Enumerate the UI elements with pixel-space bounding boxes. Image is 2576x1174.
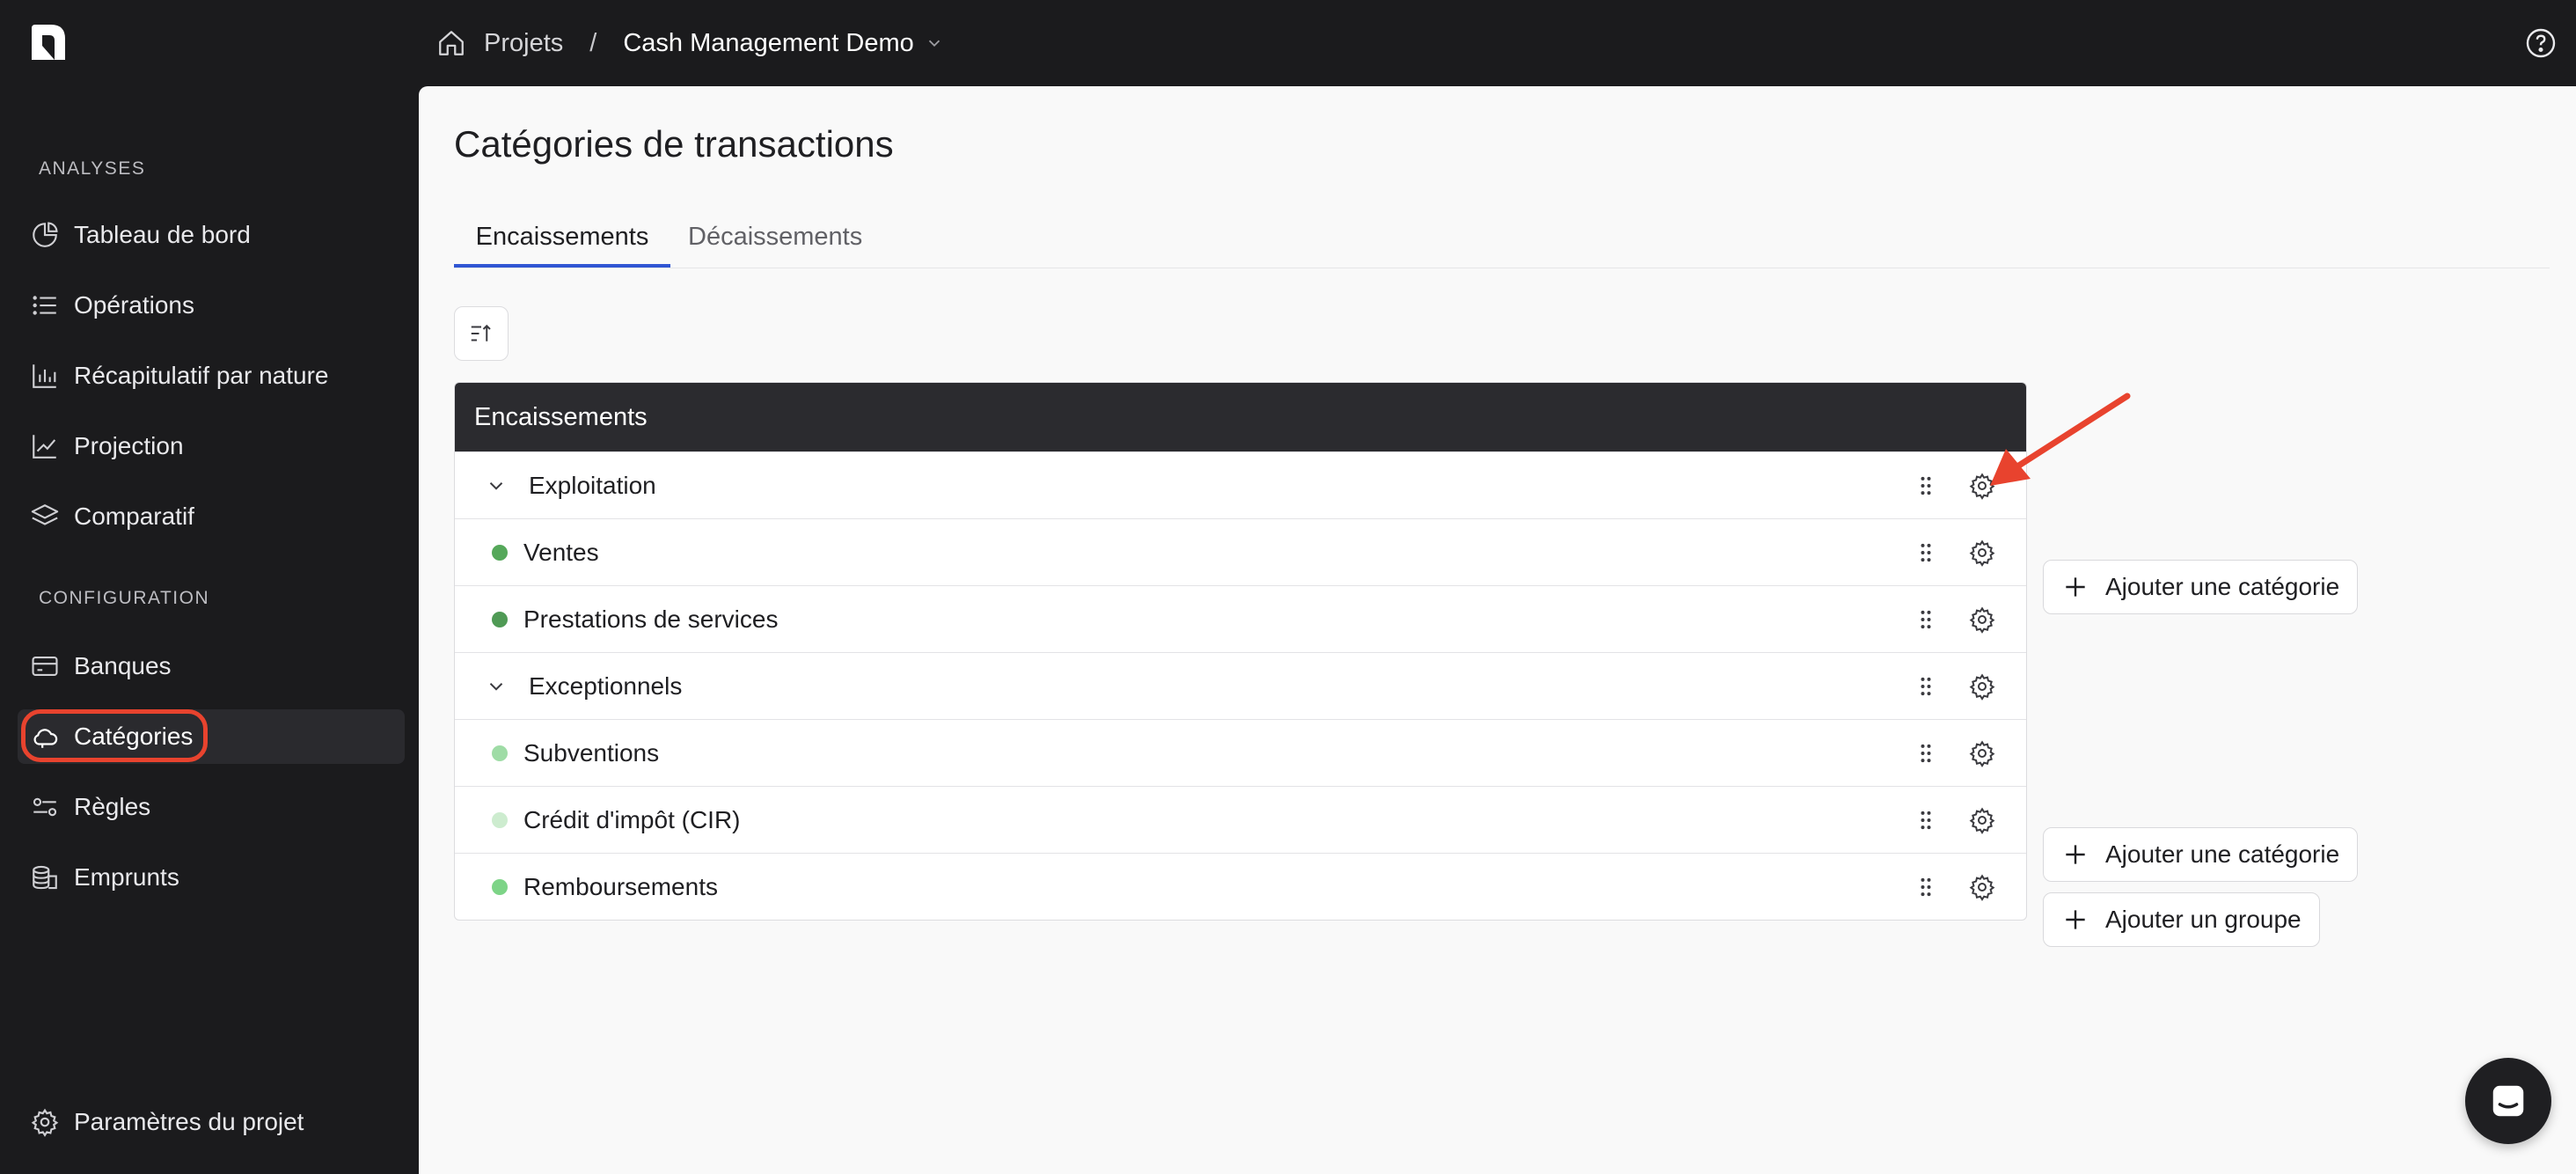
category-color-dot xyxy=(492,878,508,895)
section-label-configuration: CONFIGURATION xyxy=(39,588,210,608)
settings-gear-icon[interactable] xyxy=(1968,739,1996,767)
chevron-down-icon[interactable] xyxy=(925,33,944,53)
sidebar-item-label: Règles xyxy=(74,793,151,820)
top-bar: Projets / Cash Management Demo xyxy=(0,0,2576,86)
category-label: Remboursements xyxy=(523,872,718,900)
drag-handle-icon[interactable] xyxy=(1914,607,1938,632)
category-color-dot xyxy=(492,811,508,828)
add-group-label: Ajouter un groupe xyxy=(2105,906,2302,933)
add-group-button[interactable]: Ajouter un groupe xyxy=(2043,892,2320,947)
sidebar-item-label: Paramètres du projet xyxy=(74,1108,304,1135)
sidebar-item-label: Opérations xyxy=(74,291,194,319)
settings-gear-icon[interactable] xyxy=(1968,605,1996,634)
table-row[interactable]: Remboursements xyxy=(455,853,2026,920)
tab-encaissements[interactable]: Encaissements xyxy=(454,204,670,268)
table-row[interactable]: Crédit d'impôt (CIR) xyxy=(455,786,2026,853)
table-row[interactable]: Subventions xyxy=(455,719,2026,786)
add-category-button[interactable]: Ajouter une catégorie xyxy=(2043,560,2359,614)
settings-gear-icon[interactable] xyxy=(1968,806,1996,834)
category-label: Subventions xyxy=(523,738,660,767)
drag-handle-icon[interactable] xyxy=(1914,741,1938,766)
sidebar-item-dashboard[interactable]: Tableau de bord xyxy=(18,208,405,262)
category-color-dot xyxy=(492,611,508,627)
add-category-button[interactable]: Ajouter une catégorie xyxy=(2043,827,2359,882)
categories-table: Encaissements Exploitation Ventes Presta… xyxy=(454,382,2027,921)
add-category-label: Ajouter une catégorie xyxy=(2105,573,2340,600)
help-icon[interactable] xyxy=(2525,27,2557,59)
sidebar-item-label: Banques xyxy=(74,652,172,679)
home-icon[interactable] xyxy=(436,28,466,58)
drag-handle-icon[interactable] xyxy=(1914,808,1938,833)
sidebar-item-label: Récapitulatif par nature xyxy=(74,362,329,389)
section-label-analyses: ANALYSES xyxy=(39,158,146,179)
layers-icon xyxy=(30,502,60,532)
tab-bar: Encaissements Décaissements xyxy=(454,204,2550,268)
sidebar-item-label: Comparatif xyxy=(74,503,194,530)
settings-gear-icon[interactable] xyxy=(1968,672,1996,701)
category-color-dot xyxy=(492,544,508,561)
plus-icon xyxy=(2061,906,2089,934)
page-title: Catégories de transactions xyxy=(454,123,894,165)
red-arrow-icon xyxy=(1990,393,2131,486)
drag-handle-icon[interactable] xyxy=(1914,473,1938,498)
sidebar: ANALYSES Tableau de bord Opérations Réca… xyxy=(0,86,419,1174)
chat-icon xyxy=(2488,1081,2528,1121)
table-row-group[interactable]: Exploitation xyxy=(455,451,2026,518)
sidebar-item-operations[interactable]: Opérations xyxy=(18,278,405,333)
chevron-down-icon[interactable] xyxy=(485,474,508,497)
chat-launcher-button[interactable] xyxy=(2465,1058,2551,1144)
sidebar-item-project-settings[interactable]: Paramètres du projet xyxy=(18,1095,405,1149)
drag-handle-icon[interactable] xyxy=(1914,674,1938,699)
sidebar-item-label: Emprunts xyxy=(74,863,179,891)
breadcrumb: Projets / Cash Management Demo xyxy=(436,0,944,86)
plus-icon xyxy=(2061,840,2089,869)
table-row[interactable]: Prestations de services xyxy=(455,585,2026,652)
sidebar-item-summary[interactable]: Récapitulatif par nature xyxy=(18,349,405,403)
chevron-down-icon[interactable] xyxy=(485,675,508,698)
bar-chart-icon xyxy=(30,361,60,391)
main-content: Catégories de transactions Encaissements… xyxy=(419,86,2576,1174)
group-label: Exploitation xyxy=(529,471,656,499)
table-row-group[interactable]: Exceptionnels xyxy=(455,652,2026,719)
rules-icon xyxy=(30,792,60,822)
sidebar-item-label: Tableau de bord xyxy=(74,221,251,248)
breadcrumb-separator: / xyxy=(589,28,597,57)
gear-icon xyxy=(30,1107,60,1137)
coins-icon xyxy=(30,862,60,892)
tab-decaissements[interactable]: Décaissements xyxy=(688,204,862,268)
sidebar-item-comparison[interactable]: Comparatif xyxy=(18,489,405,544)
sidebar-item-loans[interactable]: Emprunts xyxy=(18,850,405,905)
add-category-label: Ajouter une catégorie xyxy=(2105,840,2340,868)
sort-button[interactable] xyxy=(454,306,509,361)
category-label: Crédit d'impôt (CIR) xyxy=(523,805,741,833)
plus-icon xyxy=(2061,573,2089,601)
sidebar-item-projection[interactable]: Projection xyxy=(18,419,405,473)
settings-gear-icon[interactable] xyxy=(1968,873,1996,901)
highlight-annotation xyxy=(21,709,208,762)
group-label: Exceptionnels xyxy=(529,671,683,700)
project-selector[interactable]: Cash Management Demo xyxy=(623,29,913,58)
sidebar-item-label: Projection xyxy=(74,432,184,459)
category-label: Ventes xyxy=(523,538,599,566)
list-icon xyxy=(30,290,60,320)
table-header: Encaissements xyxy=(455,383,2026,451)
breadcrumb-projects-link[interactable]: Projets xyxy=(484,29,563,58)
drag-handle-icon[interactable] xyxy=(1914,540,1938,565)
bank-card-icon xyxy=(30,651,60,681)
sidebar-item-rules[interactable]: Règles xyxy=(18,780,405,834)
drag-handle-icon[interactable] xyxy=(1914,875,1938,899)
sidebar-item-banks[interactable]: Banques xyxy=(18,639,405,693)
sort-icon xyxy=(468,320,494,347)
category-label: Prestations de services xyxy=(523,605,779,633)
line-chart-icon xyxy=(30,431,60,461)
category-color-dot xyxy=(492,745,508,761)
table-row[interactable]: Ventes xyxy=(455,518,2026,585)
pie-chart-icon xyxy=(30,220,60,250)
app-logo-icon[interactable] xyxy=(30,23,69,62)
